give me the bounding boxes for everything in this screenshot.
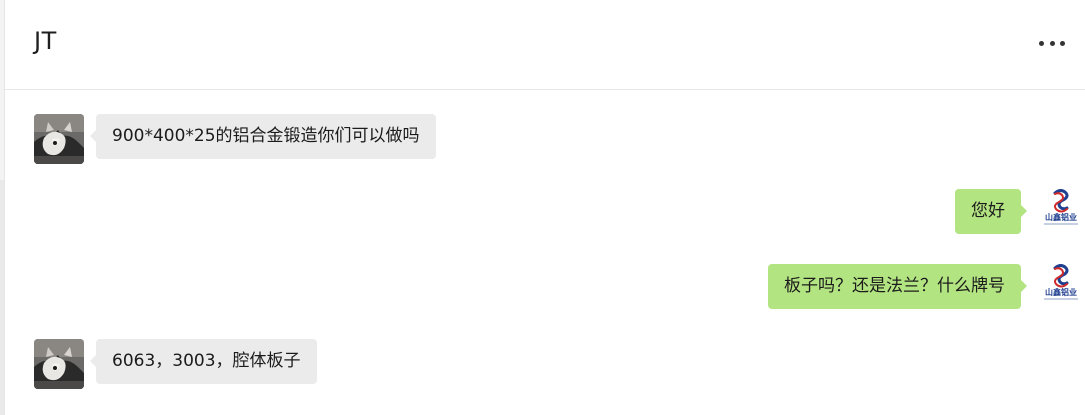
chat-window: JT 900*400*25的铝合金锻造你们可以做吗 山鑫铝业 您好 山鑫铝业 板… — [0, 0, 1085, 415]
company-logo-text: 山鑫铝业 — [1045, 288, 1077, 297]
company-logo-avatar[interactable]: 山鑫铝业 — [1041, 189, 1081, 235]
company-logo-icon — [1053, 189, 1069, 213]
message-bubble[interactable]: 您好 — [955, 189, 1027, 234]
message-bubble[interactable]: 900*400*25的铝合金锻造你们可以做吗 — [90, 114, 436, 159]
company-logo-underline — [1044, 223, 1078, 225]
company-logo-avatar[interactable]: 山鑫铝业 — [1041, 264, 1081, 310]
message-incoming: 900*400*25的铝合金锻造你们可以做吗 — [34, 114, 436, 164]
more-options-button[interactable] — [1039, 32, 1065, 54]
more-horizontal-icon-dot — [1049, 40, 1055, 46]
company-logo-underline — [1044, 298, 1078, 300]
message-bubble[interactable]: 6063，3003，腔体板子 — [90, 339, 317, 384]
message-outgoing: 山鑫铝业 您好 — [955, 189, 1085, 235]
company-logo-text: 山鑫铝业 — [1045, 213, 1077, 222]
message-bubble[interactable]: 板子吗？还是法兰？什么牌号 — [768, 264, 1027, 309]
company-logo-icon — [1053, 264, 1069, 288]
husky-dog-avatar[interactable] — [34, 114, 84, 164]
more-horizontal-icon — [1039, 40, 1044, 46]
more-horizontal-icon-dot — [1060, 40, 1065, 46]
message-list[interactable]: 900*400*25的铝合金锻造你们可以做吗 山鑫铝业 您好 山鑫铝业 板子吗？… — [5, 90, 1085, 415]
chat-header: JT — [5, 0, 1085, 90]
message-incoming: 6063，3003，腔体板子 — [34, 339, 317, 389]
chat-title: JT — [34, 27, 57, 55]
left-panel-edge-shadow — [0, 180, 4, 415]
message-outgoing: 山鑫铝业 板子吗？还是法兰？什么牌号 — [768, 264, 1085, 310]
husky-dog-avatar[interactable] — [34, 339, 84, 389]
